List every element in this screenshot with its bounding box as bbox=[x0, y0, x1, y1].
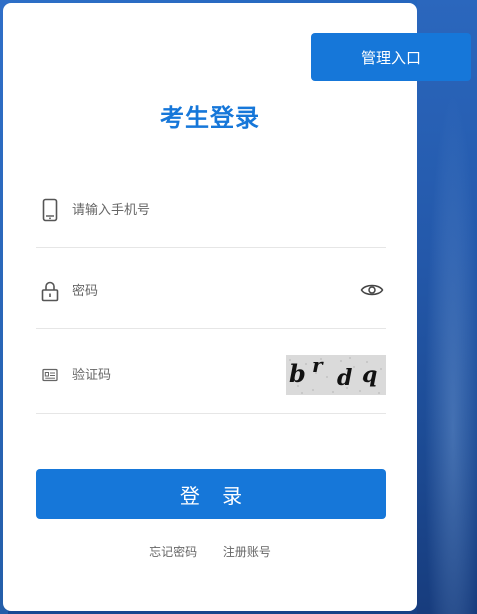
captcha-char-d: d bbox=[337, 365, 352, 391]
register-link[interactable]: 注册账号 bbox=[223, 543, 271, 560]
login-button[interactable]: 登 录 bbox=[36, 469, 386, 519]
admin-entry-button[interactable]: 管理入口 bbox=[311, 33, 471, 81]
id-card-icon bbox=[40, 363, 60, 387]
captcha-image[interactable]: b r d q bbox=[286, 355, 386, 395]
captcha-input[interactable] bbox=[72, 362, 292, 388]
background-image bbox=[417, 0, 477, 614]
footer-links: 忘记密码 注册账号 bbox=[0, 543, 420, 560]
password-input[interactable] bbox=[72, 278, 292, 304]
phone-field bbox=[36, 188, 386, 248]
phone-icon bbox=[40, 198, 60, 222]
captcha-char-b: b bbox=[289, 359, 306, 388]
page-title: 考生登录 bbox=[160, 104, 260, 132]
captcha-char-q: q bbox=[362, 362, 377, 388]
lock-icon bbox=[40, 279, 60, 303]
eye-icon[interactable] bbox=[360, 281, 384, 299]
forgot-password-link[interactable]: 忘记密码 bbox=[149, 543, 197, 560]
password-field bbox=[36, 269, 386, 329]
captcha-field: b r d q bbox=[36, 349, 386, 414]
captcha-char-r: r bbox=[312, 355, 324, 377]
phone-input[interactable] bbox=[72, 197, 292, 223]
